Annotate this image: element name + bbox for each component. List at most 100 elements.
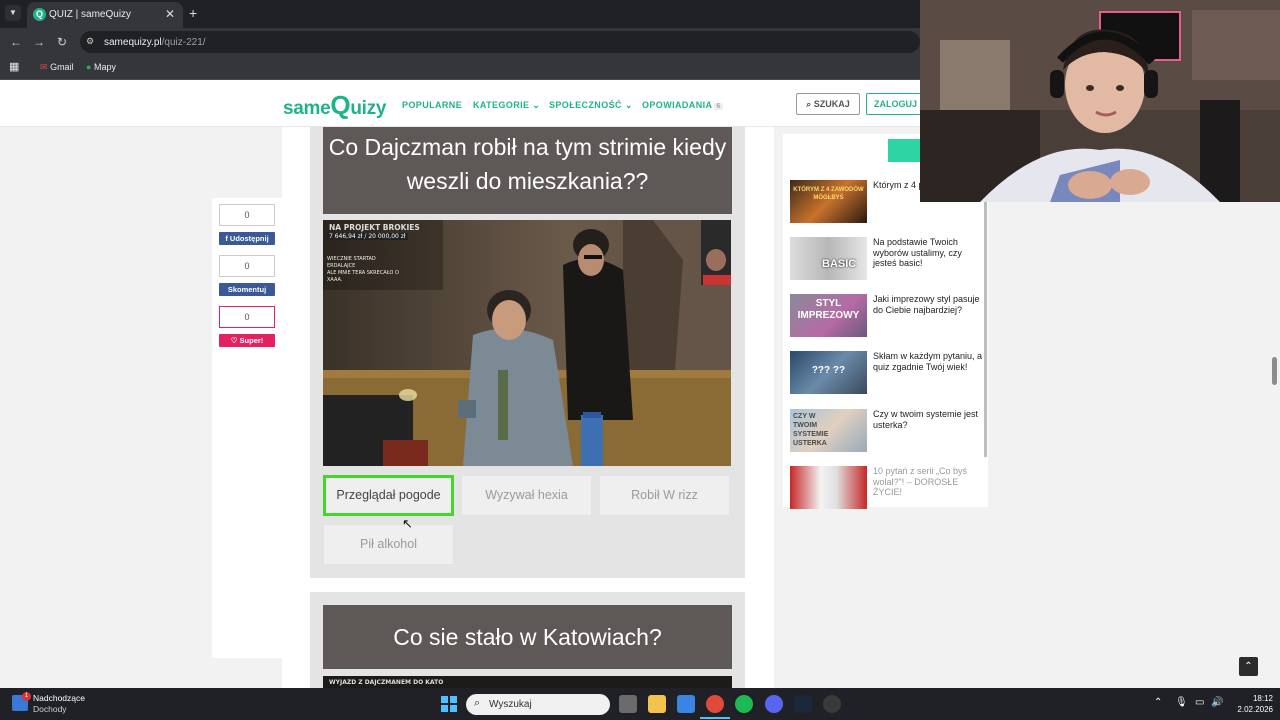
comment-button[interactable]: Skomentuj [219, 283, 275, 296]
search-icon: ⌕ [806, 99, 812, 109]
obs-icon[interactable] [823, 695, 841, 713]
site-info-icon[interactable]: ⚙ [86, 36, 98, 48]
apps-grid-icon[interactable]: ▦ [9, 60, 19, 73]
store-icon[interactable] [677, 695, 695, 713]
discord-icon[interactable] [765, 695, 783, 713]
question-title: Co sie stało w Katowiach? [323, 605, 732, 669]
reload-icon[interactable]: ↻ [57, 35, 67, 49]
nav-categories[interactable]: KATEGORIE ⌄ [473, 100, 540, 111]
taskbar-search-placeholder: Wyszukaj [489, 699, 532, 710]
chevron-down-icon: ⌄ [624, 100, 633, 110]
stream-chat-line: WIECZNIE STARTAD [327, 256, 376, 262]
sidebar-quiz-item[interactable]: STYL IMPREZOWY Jaki imprezowy styl pasuj… [790, 294, 986, 338]
sidebar-quiz-item[interactable]: CZY W TWOIM SYSTEMIE USTERKA Czy w twoim… [790, 409, 986, 453]
url-bar[interactable]: ⚙ samequizy.pl/quiz-221/ [80, 31, 920, 53]
facebook-icon: f [225, 234, 228, 243]
spotify-icon[interactable] [735, 695, 753, 713]
answer-option-1[interactable]: Przeglądał pogode [323, 475, 454, 516]
search-button[interactable]: ⌕ SZUKAJ [796, 93, 860, 115]
file-explorer-icon[interactable] [648, 695, 666, 713]
forward-icon[interactable]: → [33, 35, 45, 49]
tab-search-button[interactable]: ▼ [5, 5, 21, 21]
back-icon[interactable]: ← [10, 35, 22, 49]
mouse-cursor-icon: ↖ [402, 516, 413, 531]
samequizy-logo[interactable]: sameQuizy [283, 90, 386, 121]
question-card: Co sie stało w Katowiach? WYJAZD Z DAJCZ… [310, 592, 745, 688]
sidebar-quiz-item[interactable]: ??? ?? Skłam w każdym pytaniu, a quiz zg… [790, 351, 986, 395]
question-image-top: WYJAZD Z DAJCZMANEM DO KATO [323, 676, 732, 688]
page-scrollbar-thumb[interactable] [1272, 357, 1277, 385]
network-icon[interactable]: ▭ [1195, 697, 1204, 708]
new-tab-icon[interactable]: + [189, 5, 197, 21]
close-tab-icon[interactable]: ✕ [165, 7, 175, 21]
share-button[interactable]: f Udostępnij [219, 232, 275, 245]
stream-chat-line: XAAA. [327, 277, 343, 283]
windows-start-icon[interactable] [441, 696, 457, 712]
chrome-icon[interactable] [706, 695, 724, 713]
nav-stories[interactable]: OPOWIADANIA 6 [642, 100, 723, 110]
quiz-thumbnail: CZY W TWOIM SYSTEMIE USTERKA [790, 409, 867, 452]
bookmark-gmail[interactable]: ✉ Gmail [40, 62, 74, 73]
notification-badge: 1 [22, 692, 31, 701]
stream-overlay-amount: 7 646,94 zł / 20 000,00 zł [327, 233, 408, 240]
quiz-title: Jaki imprezowy styl pasuje do Ciebie naj… [873, 294, 980, 315]
task-view-icon[interactable] [619, 695, 637, 713]
nav-community[interactable]: SPOŁECZNOŚĆ ⌄ [549, 100, 633, 111]
widget-subtitle: Dochody [33, 704, 67, 714]
browser-tab-active[interactable]: Q QUIZ | sameQuizy ✕ [27, 2, 183, 28]
answer-option-4[interactable]: Pił alkohol [323, 524, 454, 565]
heart-icon: ♡ [230, 336, 238, 345]
question-title: Co Dajczman robił na tym strimie kiedy w… [323, 127, 732, 214]
quiz-thumbnail [790, 466, 867, 509]
active-app-indicator [700, 717, 730, 719]
microphone-icon[interactable]: 🎙 [1175, 697, 1188, 708]
stream-chat-line: ALE MNIE TERA SKRECAŁO O [327, 270, 399, 276]
super-button[interactable]: ♡ Super! [219, 334, 275, 347]
url-path: /quiz-221/ [161, 37, 206, 48]
quiz-thumbnail: ??? ?? [790, 351, 867, 394]
search-icon: ⌕ [474, 697, 481, 709]
stories-count-badge: 6 [714, 103, 723, 110]
quiz-title: Na podstawie Twoich wyborów ustalimy, cz… [873, 237, 962, 268]
windows-taskbar: 1 Nadchodzące Dochody ⌕ Wyszukaj ⌃ 🎙 ▭ 🔊… [0, 688, 1280, 720]
stream-overlay-goal: NA PROJEKT BROKIES [329, 223, 420, 232]
sidebar-scrollbar[interactable] [984, 202, 987, 457]
question-image: NA PROJEKT BROKIES 7 646,94 zł / 20 000,… [323, 220, 731, 466]
quiz-thumbnail: BASIC [790, 237, 867, 280]
taskbar-search-box[interactable]: ⌕ Wyszukaj [466, 694, 610, 715]
chevron-down-icon: ⌄ [532, 100, 541, 110]
steam-icon[interactable] [794, 695, 812, 713]
quiz-title: Skłam w każdym pytaniu, a quiz zgadnie T… [873, 351, 983, 372]
sidebar-quiz-item[interactable]: 10 pytań z serii „Co byś wolał?"! – DORO… [790, 466, 986, 510]
sidebar-quiz-item[interactable]: BASIC Na podstawie Twoich wyborów ustali… [790, 237, 986, 281]
quiz-column: Co Dajczman robił na tym strimie kiedy w… [282, 127, 774, 688]
nav-popular[interactable]: POPULARNE [402, 100, 462, 110]
taskbar-date: 2.02.2026 [1237, 705, 1273, 714]
webcam-overlay [920, 0, 1280, 202]
quiz-title: Czy w twoim systemie jest usterka? [873, 409, 979, 430]
share-column: 0 f Udostępnij 0 Skomentuj 0 ♡ Super! [212, 198, 282, 658]
stream-screenshot-image [323, 220, 731, 466]
comment-count: 0 [219, 255, 275, 277]
bookmark-maps[interactable]: ● Mapy [86, 62, 116, 72]
answer-option-2[interactable]: Wyzywał hexia [461, 475, 592, 516]
site-favicon-icon: Q [33, 8, 46, 21]
widget-title[interactable]: Nadchodzące [33, 693, 85, 703]
login-button[interactable]: ZALOGUJ [866, 93, 924, 115]
tray-chevron-up-icon[interactable]: ⌃ [1154, 697, 1162, 708]
page-content: 0 f Udostępnij 0 Skomentuj 0 ♡ Super! Co… [0, 127, 1280, 688]
quiz-thumbnail: STYL IMPREZOWY [790, 294, 867, 337]
quiz-thumbnail: KTÓRYM Z 4 ZAWODÓW MÓGŁBYŚ [790, 180, 867, 223]
gmail-icon: ✉ [40, 62, 48, 72]
answer-option-3[interactable]: Robił W rizz [599, 475, 730, 516]
streamer-webcam-image [920, 0, 1280, 202]
share-count: 0 [219, 204, 275, 226]
url-host: samequizy.pl [104, 37, 162, 48]
super-count: 0 [219, 306, 275, 328]
maps-pin-icon: ● [86, 62, 92, 72]
taskbar-clock[interactable]: 18:12 [1233, 694, 1273, 703]
scroll-to-top-button[interactable]: ⌃ [1239, 657, 1258, 676]
stream-chat-line: ERDALAJCE [327, 263, 356, 269]
tab-title: QUIZ | sameQuizy [49, 9, 132, 20]
volume-icon[interactable]: 🔊 [1211, 697, 1223, 708]
